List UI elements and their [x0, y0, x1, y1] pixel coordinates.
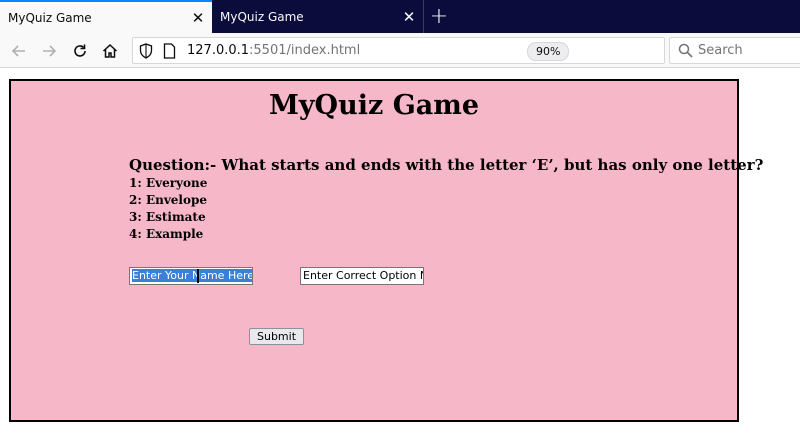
tab-title: MyQuiz Game	[220, 9, 304, 24]
quiz-container: MyQuiz Game Question:- What starts and e…	[9, 79, 763, 422]
text-cursor	[197, 269, 199, 283]
option-item: 3: Estimate	[129, 210, 206, 224]
zoom-level-badge[interactable]: 90%	[527, 42, 570, 61]
home-icon[interactable]	[97, 38, 123, 64]
option-item: 2: Envelope	[129, 193, 208, 207]
option-number-input[interactable]: Enter Correct Option No	[300, 267, 424, 285]
search-placeholder: Search	[698, 43, 743, 58]
url-host: 127.0.0.1	[187, 43, 250, 58]
option-item: 4: Example	[129, 227, 204, 241]
tab-title: MyQuiz Game	[8, 10, 92, 25]
close-tab-icon[interactable]: ✕	[399, 7, 419, 27]
url-text[interactable]: 127.0.0.1:5501/index.html	[187, 43, 360, 58]
reload-icon[interactable]	[67, 38, 93, 64]
back-arrow-icon[interactable]	[6, 38, 32, 64]
close-tab-icon[interactable]: ✕	[188, 8, 208, 28]
name-placeholder: Enter Your Name Here..	[132, 269, 252, 282]
tab-myquiz-active[interactable]: MyQuiz Game ✕	[0, 0, 212, 33]
new-tab-icon[interactable]: +	[426, 0, 452, 33]
tab-myquiz-second[interactable]: MyQuiz Game ✕	[212, 0, 424, 33]
question-text: Question:- What starts and ends with the…	[129, 156, 764, 174]
url-path: :5501/index.html	[249, 43, 361, 58]
page-viewport: MyQuiz Game Question:- What starts and e…	[0, 68, 800, 439]
option-item: 1: Everyone	[129, 176, 208, 190]
options-list: 1: Everyone 2: Envelope 3: Estimate 4: E…	[129, 175, 207, 243]
submit-button[interactable]: Submit	[249, 328, 305, 345]
forward-arrow-icon[interactable]	[36, 38, 62, 64]
shield-icon[interactable]	[139, 43, 153, 63]
option-placeholder: Enter Correct Option No	[303, 269, 424, 282]
name-input[interactable]: Enter Your Name Here..	[129, 267, 253, 285]
quiz-title: MyQuiz Game	[268, 90, 479, 121]
search-bar[interactable]: Search	[669, 37, 800, 64]
tab-strip: MyQuiz Game ✕ MyQuiz Game ✕ +	[0, 0, 800, 33]
search-icon	[678, 43, 693, 62]
url-bar[interactable]: 127.0.0.1:5501/index.html 90%	[132, 37, 665, 64]
page-info-icon[interactable]	[163, 43, 176, 63]
